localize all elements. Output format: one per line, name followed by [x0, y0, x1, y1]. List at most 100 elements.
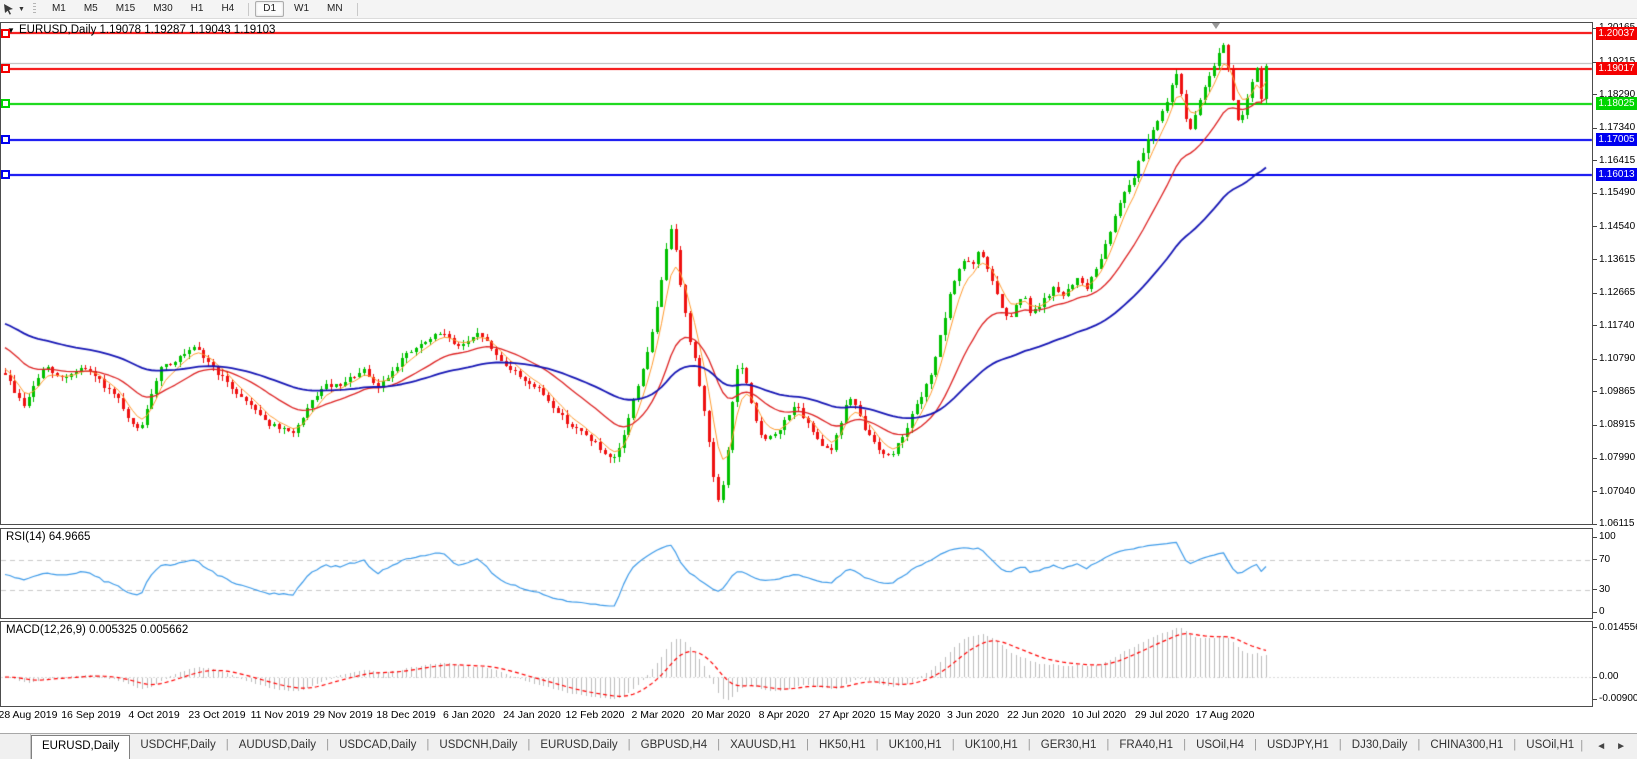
price-tick-mark — [1593, 425, 1597, 426]
macd-tick-label: 0.00 — [1599, 671, 1619, 682]
timeframe-button-m5[interactable]: M5 — [76, 1, 106, 17]
hline-handle[interactable] — [1, 99, 10, 109]
date-tick-label: 3 Jun 2020 — [947, 709, 999, 721]
hline-price-box: 1.16013 — [1596, 168, 1637, 182]
chart-tab-dj30-daily[interactable]: DJ30,Daily — [1342, 734, 1418, 759]
macd-tick-label: 0.014556 — [1599, 621, 1637, 633]
rsi-tick-label: 0 — [1599, 606, 1605, 617]
date-tick-label: 27 Apr 2020 — [818, 709, 876, 721]
date-tick-label: 22 Jun 2020 — [1007, 709, 1065, 721]
toolbar-separator — [248, 2, 250, 16]
date-tick-label: 10 Jul 2020 — [1071, 709, 1127, 721]
date-tick-label: 8 Apr 2020 — [758, 709, 810, 721]
chart-tab-usoil-h1[interactable]: USOil,H1 — [1516, 734, 1584, 759]
date-tick-label: 11 Nov 2019 — [250, 709, 310, 721]
price-tick-mark — [1593, 193, 1597, 194]
chart-tab-gbpusd-h4[interactable]: GBPUSD,H4 — [631, 734, 717, 759]
timeframe-button-m30[interactable]: M30 — [145, 1, 180, 17]
price-tick-mark — [1593, 359, 1597, 360]
chart-tab-xauusd-h1[interactable]: XAUUSD,H1 — [720, 734, 806, 759]
price-tick-label: 1.11740 — [1599, 319, 1635, 331]
tab-scroll-right-icon[interactable]: ► — [1611, 741, 1631, 752]
chart-tab-usoil-h4[interactable]: USOil,H4 — [1186, 734, 1254, 759]
timeframe-buttons: M1 M5 M15 M30 H1 H4 D1 W1 MN — [43, 1, 363, 17]
toolbar-separator — [356, 2, 358, 16]
hline-handle[interactable] — [1, 28, 10, 38]
hline-price-box: 1.17005 — [1596, 133, 1637, 147]
tab-bar-lead — [0, 734, 31, 759]
hline-price-box: 1.20037 — [1596, 26, 1637, 40]
date-tick-label: 20 Mar 2020 — [691, 709, 751, 721]
chart-tab-usdjpy-h1[interactable]: USDJPY,H1 — [1257, 734, 1339, 759]
hline-handle[interactable] — [1, 64, 10, 74]
hline-handle[interactable] — [1, 135, 10, 145]
price-tick-label: 1.09865 — [1599, 385, 1636, 397]
timeframe-button-h4[interactable]: H4 — [213, 1, 242, 17]
chart-tab-usdchf-daily[interactable]: USDCHF,Daily — [130, 734, 225, 759]
price-tick-label: 1.13615 — [1599, 253, 1636, 265]
price-tick-mark — [1593, 491, 1597, 492]
timeframe-button-mn[interactable]: MN — [319, 1, 351, 17]
chart-tab-hk50-h1[interactable]: HK50,H1 — [809, 734, 876, 759]
macd-label: MACD(12,26,9) 0.005325 0.005662 — [6, 624, 189, 636]
macd-tick-mark — [1593, 677, 1597, 678]
price-tick-label: 1.14540 — [1599, 220, 1636, 232]
macd-tick-mark — [1593, 627, 1597, 628]
price-tick-mark — [1593, 128, 1597, 129]
timeframe-button-m15[interactable]: M15 — [108, 1, 143, 17]
rsi-tick-mark — [1593, 559, 1597, 560]
price-tick-label: 1.08915 — [1599, 419, 1636, 431]
date-tick-label: 6 Jan 2020 — [443, 709, 495, 721]
macd-tick-mark — [1593, 699, 1597, 700]
price-tick-label: 1.10790 — [1599, 353, 1636, 365]
timeframe-button-m1[interactable]: M1 — [44, 1, 74, 17]
chart-tab-fra40-h1[interactable]: FRA40,H1 — [1109, 734, 1183, 759]
chart-tab-eurusd-daily[interactable]: EURUSD,Daily — [530, 734, 627, 759]
price-tick-mark — [1593, 94, 1597, 95]
cursor-tool-icon[interactable] — [2, 2, 16, 16]
macd-tick-label: -0.009001 — [1599, 693, 1637, 704]
date-tick-label: 2 Mar 2020 — [631, 709, 685, 721]
price-tick-label: 1.07990 — [1599, 452, 1636, 464]
cursor-tool-dropdown-icon[interactable]: ▼ — [18, 6, 25, 13]
price-tick-mark — [1593, 160, 1597, 161]
chart-tab-audusd-daily[interactable]: AUDUSD,Daily — [229, 734, 326, 759]
price-tick-mark — [1593, 293, 1597, 294]
timeframe-button-h1[interactable]: H1 — [183, 1, 212, 17]
chart-tab-ger30-h1[interactable]: GER30,H1 — [1031, 734, 1107, 759]
cursor-icon — [4, 4, 13, 15]
timeframe-button-w1[interactable]: W1 — [286, 1, 317, 17]
price-tick-label: 1.06115 — [1599, 518, 1635, 530]
price-tick-mark — [1593, 226, 1597, 227]
hline-price-box: 1.19017 — [1596, 62, 1637, 76]
chart-title: EURUSD,Daily 1.19078 1.19287 1.19043 1.1… — [19, 24, 276, 36]
rsi-tick-label: 70 — [1599, 553, 1611, 565]
price-tick-mark — [1593, 524, 1597, 525]
rsi-tick-mark — [1593, 589, 1597, 590]
date-tick-label: 4 Oct 2019 — [128, 709, 180, 721]
chart-tab-uk100-h1[interactable]: UK100,H1 — [879, 734, 952, 759]
chart-tab-usdcnh-daily[interactable]: USDCNH,Daily — [429, 734, 527, 759]
date-tick-label: 29 Jul 2020 — [1134, 709, 1190, 721]
tab-scroll-left-icon[interactable]: ◄ — [1591, 741, 1611, 752]
hline-handle[interactable] — [1, 170, 10, 180]
date-tick-label: 12 Feb 2020 — [565, 709, 625, 721]
date-tick-label: 24 Jan 2020 — [503, 709, 561, 721]
rsi-label: RSI(14) 64.9665 — [6, 531, 91, 543]
date-tick-label: 18 Dec 2019 — [376, 709, 436, 721]
date-tick-label: 29 Nov 2019 — [313, 709, 373, 721]
timeframe-toolbar: ▼ M1 M5 M15 M30 H1 H4 D1 W1 MN — [0, 0, 1637, 19]
chart-tab-uk100-h1[interactable]: UK100,H1 — [955, 734, 1028, 759]
rsi-tick-mark — [1593, 537, 1597, 538]
date-tick-label: 28 Aug 2019 — [0, 709, 58, 721]
hline-price-box: 1.18025 — [1596, 97, 1637, 111]
chart-tab-eurusd-daily[interactable]: EURUSD,Daily — [31, 735, 131, 759]
price-chart-canvas[interactable] — [0, 0, 1594, 710]
chart-tab-china300-h1[interactable]: CHINA300,H1 — [1420, 734, 1513, 759]
chart-shift-marker-icon — [1212, 23, 1220, 29]
chart-tab-usdcad-daily[interactable]: USDCAD,Daily — [329, 734, 426, 759]
timeframe-button-d1[interactable]: D1 — [255, 1, 285, 17]
price-tick-label: 1.17340 — [1599, 122, 1636, 134]
rsi-tick-mark — [1593, 612, 1597, 613]
price-tick-label: 1.12665 — [1599, 287, 1636, 299]
